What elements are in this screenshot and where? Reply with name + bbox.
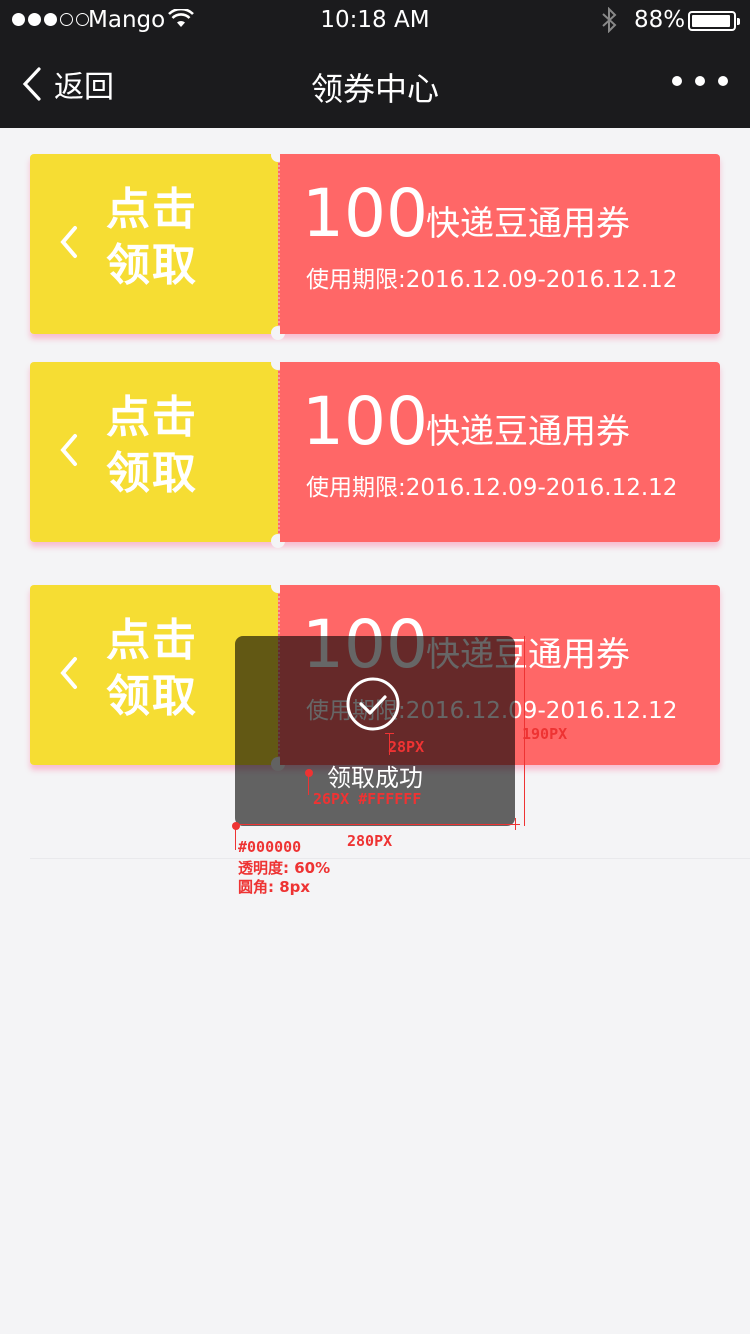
annotation-height: 190PX: [522, 725, 568, 743]
coupon-name: 快递豆通用券: [426, 412, 630, 452]
status-bar: Mango 10:18 AM 88%: [0, 0, 750, 42]
claim-button[interactable]: 点击 领取: [30, 362, 278, 542]
coupon-period: 使用期限:2016.12.09-2016.12.12: [306, 267, 678, 293]
annotation-color: #000000: [238, 838, 302, 856]
claim-button[interactable]: 点击 领取: [30, 154, 278, 334]
coupon-info: 100 快递豆通用券 使用期限:2016.12.09-2016.12.12: [280, 154, 720, 334]
annotation-line: [235, 824, 520, 825]
coupon-period: 使用期限:2016.12.09-2016.12.12: [306, 475, 678, 501]
annotation-radius: 圆角: 8px: [238, 878, 311, 896]
more-dot-icon: [718, 76, 728, 86]
chevron-left-icon: [60, 226, 77, 258]
divider: [30, 858, 750, 859]
page-title: 领券中心: [310, 70, 439, 108]
annotation-opacity: 透明度: 60%: [238, 859, 331, 877]
annotation-dot: [305, 769, 313, 777]
coupon-card: 点击 领取 100 快递豆通用券 使用期限:2016.12.09-2016.12…: [30, 356, 720, 548]
more-menu-button[interactable]: [672, 76, 728, 86]
annotation-line: [385, 733, 394, 734]
annotation-line: [515, 818, 516, 830]
annotation-line: [308, 775, 309, 795]
more-dot-icon: [672, 76, 682, 86]
chevron-left-icon: [60, 657, 77, 689]
top-bar: Mango 10:18 AM 88% 返回 领券中心: [0, 0, 750, 128]
more-dot-icon: [695, 76, 705, 86]
check-circle-icon: [346, 677, 400, 731]
battery-percent: 88%: [634, 7, 686, 33]
claim-label: 点击 领取: [106, 184, 198, 291]
battery-icon: [688, 11, 740, 31]
claim-label: 点击 领取: [106, 615, 198, 722]
annotation-dot: [232, 822, 240, 830]
coupon-amount: 100: [302, 383, 428, 460]
annotation-icon-gap: 28PX: [388, 738, 425, 756]
annotation-width: 280PX: [347, 832, 393, 850]
coupon-info: 100 快递豆通用券 使用期限:2016.12.09-2016.12.12: [280, 362, 720, 542]
toast-message: 领取成功: [327, 764, 423, 792]
coupon-name: 快递豆通用券: [426, 204, 630, 244]
bluetooth-icon: [602, 7, 617, 33]
annotation-line: [235, 826, 236, 850]
coupon-amount: 100: [302, 175, 428, 252]
claim-label: 点击 领取: [106, 392, 198, 499]
chevron-left-icon: [60, 434, 77, 466]
annotation-text-spec: 26PX #FFFFFF: [313, 790, 422, 808]
coupon-card: 点击 领取 100 快递豆通用券 使用期限:2016.12.09-2016.12…: [30, 148, 720, 340]
